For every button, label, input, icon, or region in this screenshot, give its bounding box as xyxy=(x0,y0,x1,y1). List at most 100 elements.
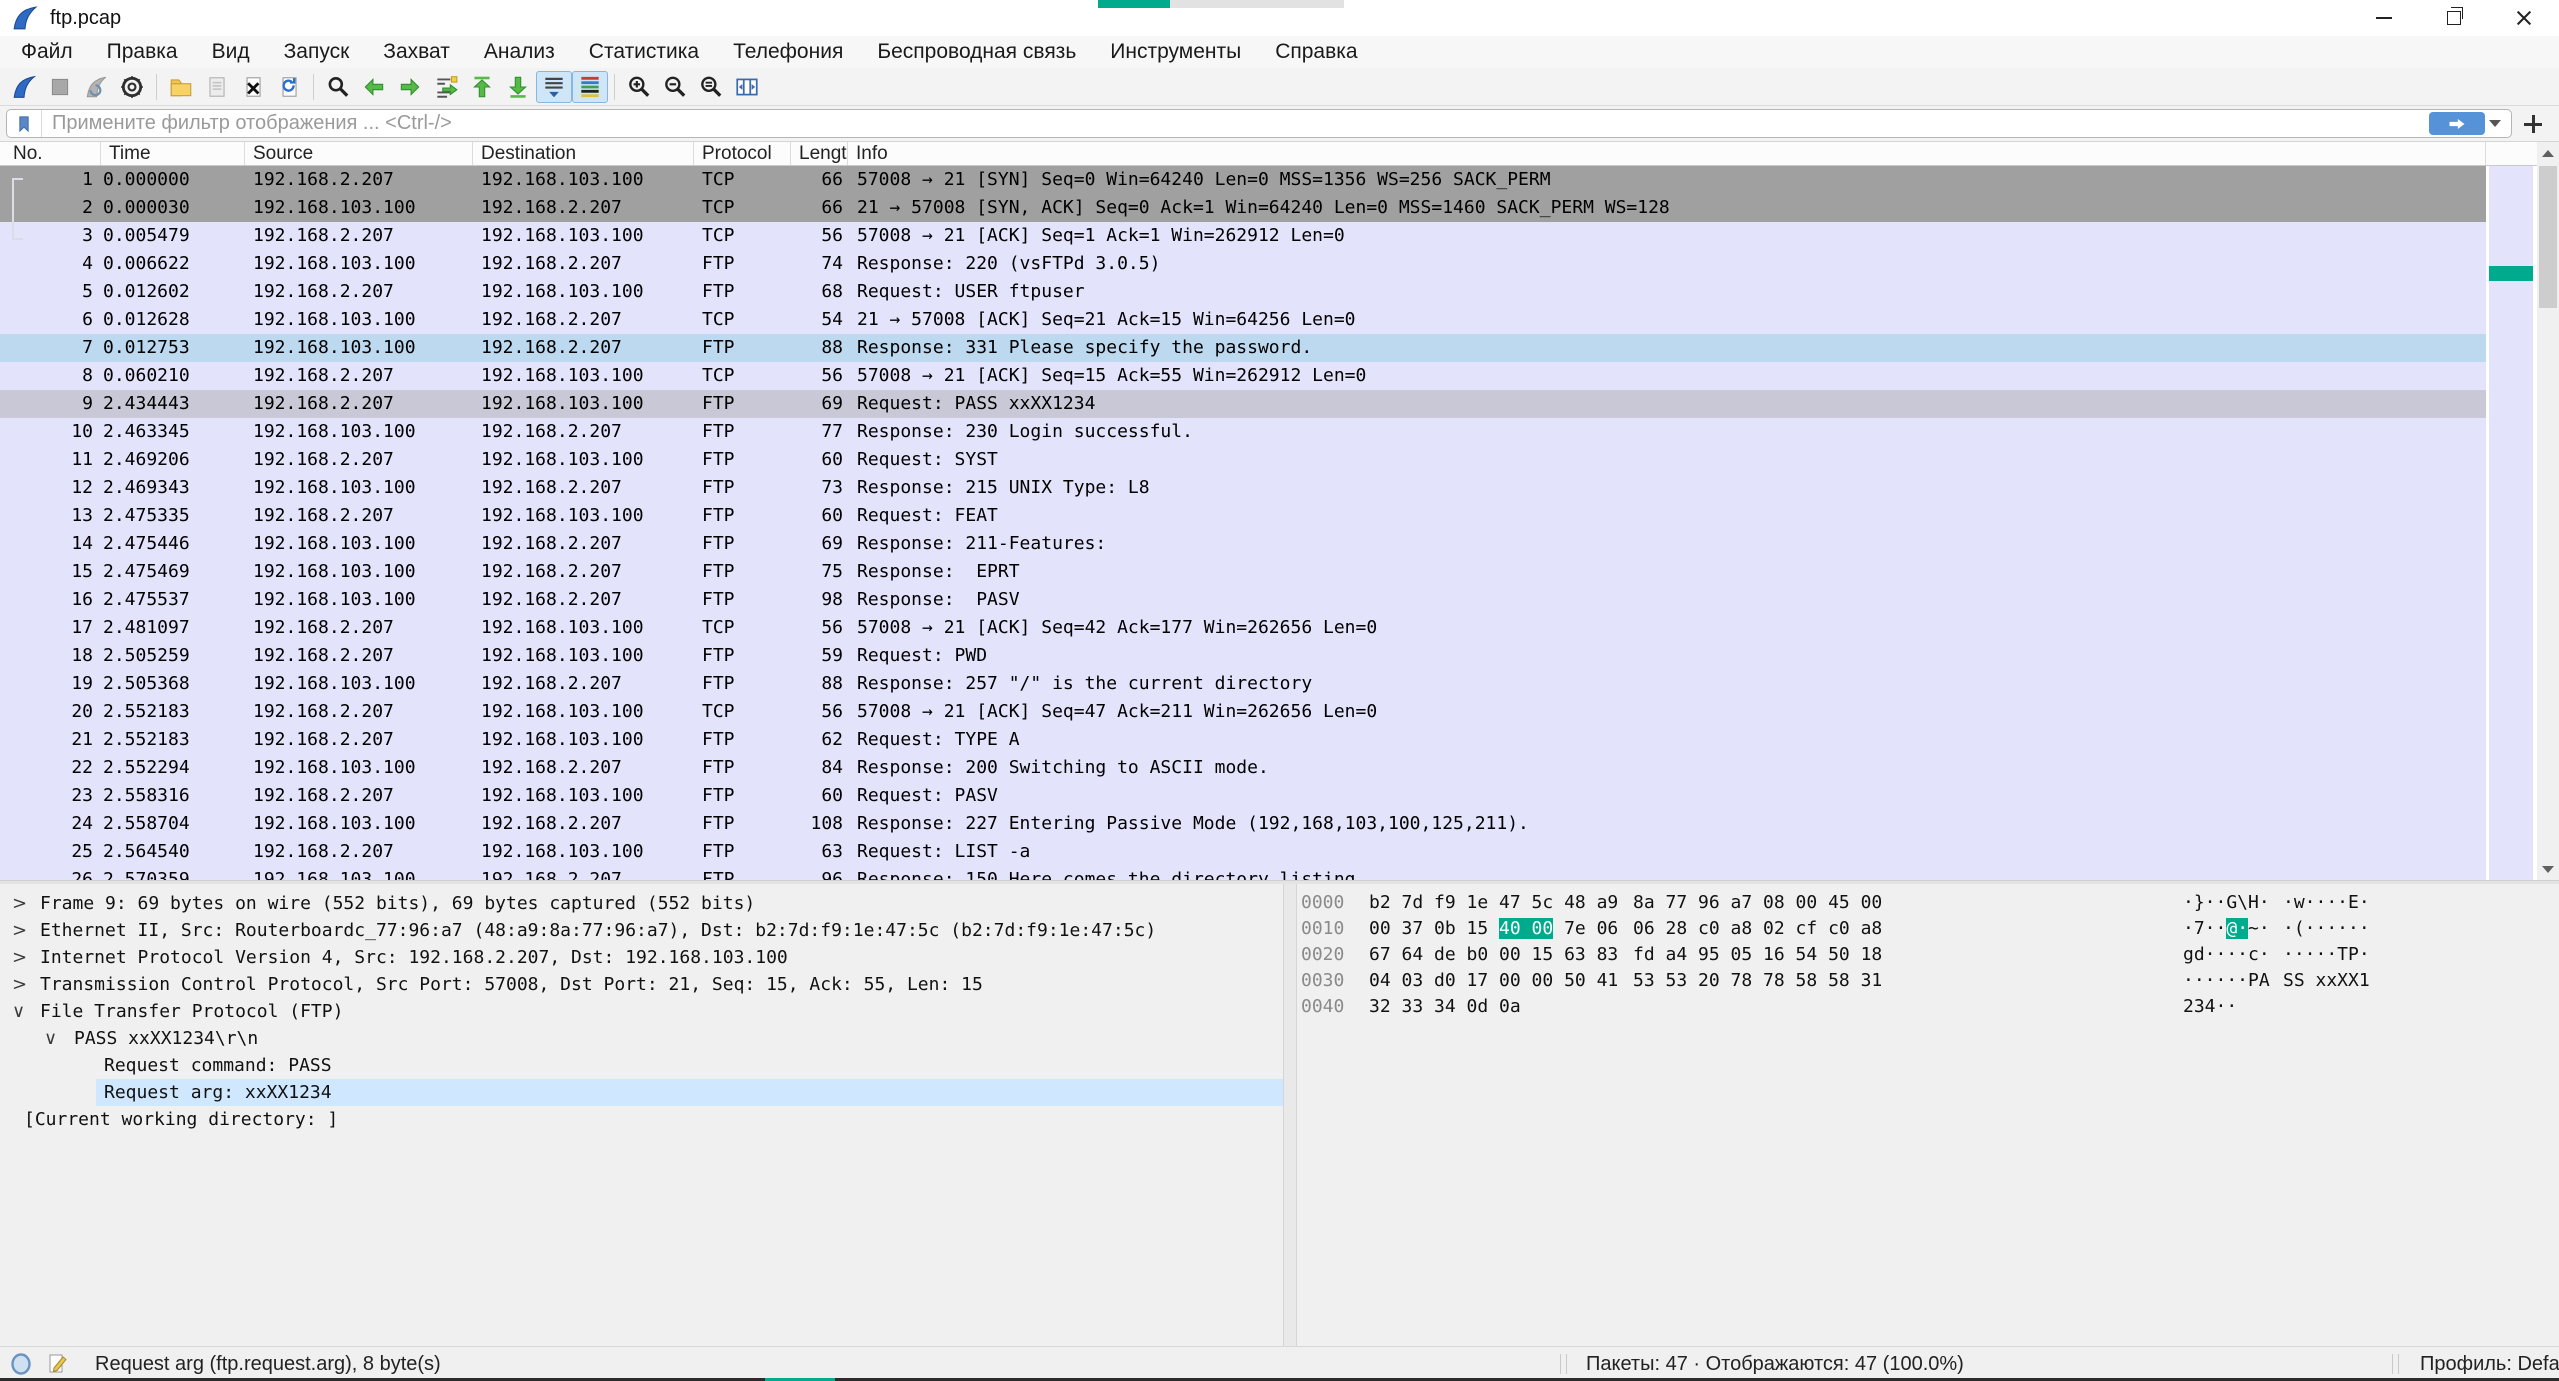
display-filter-input[interactable] xyxy=(42,112,2429,135)
expert-info-button[interactable] xyxy=(10,1352,34,1376)
add-filter-button[interactable] xyxy=(2521,112,2545,136)
zoom-out-button[interactable] xyxy=(657,71,693,103)
apply-filter-button[interactable] xyxy=(2429,112,2485,135)
menu-go[interactable]: Запуск xyxy=(267,36,367,68)
reload-file-button[interactable] xyxy=(271,71,307,103)
packet-row[interactable]: 232.558316192.168.2.207192.168.103.100FT… xyxy=(0,782,2486,810)
hex-row[interactable]: 002067 64 de b0 00 15 63 83fd a4 95 05 1… xyxy=(1297,942,2559,968)
last-packet-button[interactable] xyxy=(500,71,536,103)
packet-row[interactable]: 122.469343192.168.103.100192.168.2.207FT… xyxy=(0,474,2486,502)
packet-row[interactable]: 212.552183192.168.2.207192.168.103.100FT… xyxy=(0,726,2486,754)
stop-capture-button[interactable] xyxy=(42,71,78,103)
save-file-button[interactable] xyxy=(199,71,235,103)
menu-wireless[interactable]: Беспроводная связь xyxy=(860,36,1093,68)
detail-row[interactable]: ∨PASS xxXX1234\r\n xyxy=(0,1025,1283,1052)
packet-row[interactable]: 202.552183192.168.2.207192.168.103.100TC… xyxy=(0,698,2486,726)
column-header-info[interactable]: Info xyxy=(848,142,2486,165)
packet-row[interactable]: 102.463345192.168.103.100192.168.2.207FT… xyxy=(0,418,2486,446)
resize-columns-button[interactable] xyxy=(729,71,765,103)
packet-row[interactable]: 182.505259192.168.2.207192.168.103.100FT… xyxy=(0,642,2486,670)
packet-row[interactable]: 252.564540192.168.2.207192.168.103.100FT… xyxy=(0,838,2486,866)
packet-row[interactable]: 40.006622192.168.103.100192.168.2.207FTP… xyxy=(0,250,2486,278)
hex-row[interactable]: 003004 03 d0 17 00 00 50 4153 53 20 78 7… xyxy=(1297,968,2559,994)
detail-row[interactable]: >Transmission Control Protocol, Src Port… xyxy=(0,971,1283,998)
tree-expanded-arrow-icon[interactable]: ∨ xyxy=(12,998,25,1025)
packet-row[interactable]: 222.552294192.168.103.100192.168.2.207FT… xyxy=(0,754,2486,782)
close-file-button[interactable] xyxy=(235,71,271,103)
packet-row[interactable]: 152.475469192.168.103.100192.168.2.207FT… xyxy=(0,558,2486,586)
hex-row[interactable]: 001000 37 0b 15 40 00 7e 0606 28 c0 a8 0… xyxy=(1297,916,2559,942)
packet-list-scrollbar[interactable] xyxy=(2537,142,2559,880)
detail-row[interactable]: ∨File Transfer Protocol (FTP) xyxy=(0,998,1283,1025)
packet-row[interactable]: 70.012753192.168.103.100192.168.2.207FTP… xyxy=(0,334,2486,362)
column-header-length[interactable]: Length xyxy=(791,142,848,165)
menu-edit[interactable]: Правка xyxy=(90,36,195,68)
detail-row[interactable]: [Current working directory: ] xyxy=(0,1106,1283,1133)
scroll-up-button[interactable] xyxy=(2537,142,2559,164)
open-file-button[interactable] xyxy=(163,71,199,103)
menu-capture[interactable]: Захват xyxy=(366,36,467,68)
detail-hex-divider[interactable] xyxy=(1283,884,1297,1346)
restart-capture-button[interactable] xyxy=(78,71,114,103)
column-header-source[interactable]: Source xyxy=(245,142,473,165)
menu-view[interactable]: Вид xyxy=(195,36,267,68)
tree-collapsed-arrow-icon[interactable]: > xyxy=(12,890,27,917)
column-header-destination[interactable]: Destination xyxy=(473,142,694,165)
packet-row[interactable]: 20.000030192.168.103.100192.168.2.207TCP… xyxy=(0,194,2486,222)
column-header-no[interactable]: No. xyxy=(0,142,101,165)
packet-row[interactable]: 242.558704192.168.103.100192.168.2.207FT… xyxy=(0,810,2486,838)
next-packet-button[interactable] xyxy=(392,71,428,103)
go-to-packet-button[interactable] xyxy=(428,71,464,103)
packet-row[interactable]: 30.005479192.168.2.207192.168.103.100TCP… xyxy=(0,222,2486,250)
packet-row[interactable]: 192.505368192.168.103.100192.168.2.207FT… xyxy=(0,670,2486,698)
scrollbar-thumb[interactable] xyxy=(2539,166,2557,308)
previous-packet-button[interactable] xyxy=(356,71,392,103)
zoom-in-button[interactable] xyxy=(621,71,657,103)
zoom-reset-button[interactable] xyxy=(693,71,729,103)
detail-row[interactable]: Request command: PASS xyxy=(0,1052,1283,1079)
maximize-button[interactable] xyxy=(2419,0,2489,36)
packet-row[interactable]: 50.012602192.168.2.207192.168.103.100FTP… xyxy=(0,278,2486,306)
hex-row[interactable]: 0000b2 7d f9 1e 47 5c 48 a98a 77 96 a7 0… xyxy=(1297,890,2559,916)
packet-row[interactable]: 132.475335192.168.2.207192.168.103.100FT… xyxy=(0,502,2486,530)
filter-dropdown-caret[interactable] xyxy=(2489,120,2501,127)
scroll-down-button[interactable] xyxy=(2537,858,2559,880)
colorize-toggle-button[interactable] xyxy=(572,71,608,103)
packet-row[interactable]: 10.000000192.168.2.207192.168.103.100TCP… xyxy=(0,166,2486,194)
menu-statistics[interactable]: Статистика xyxy=(572,36,716,68)
display-filter-field[interactable] xyxy=(6,109,2512,138)
start-capture-button[interactable] xyxy=(6,71,42,103)
tree-expanded-arrow-icon[interactable]: ∨ xyxy=(44,1025,57,1052)
packet-row[interactable]: 80.060210192.168.2.207192.168.103.100TCP… xyxy=(0,362,2486,390)
column-header-protocol[interactable]: Protocol xyxy=(694,142,791,165)
tree-collapsed-arrow-icon[interactable]: > xyxy=(12,917,27,944)
packet-row[interactable]: 262.570359192.168.103.100192.168.2.207FT… xyxy=(0,866,2486,880)
hex-row[interactable]: 004032 33 34 0d 0a234·· xyxy=(1297,994,2559,1020)
packet-row[interactable]: 60.012628192.168.103.100192.168.2.207TCP… xyxy=(0,306,2486,334)
filter-bookmark-button[interactable] xyxy=(7,110,42,137)
capture-options-button[interactable] xyxy=(114,71,150,103)
detail-row[interactable]: Request arg: xxXX1234 xyxy=(0,1079,1283,1106)
menu-telephony[interactable]: Телефония xyxy=(716,36,860,68)
find-packet-button[interactable] xyxy=(320,71,356,103)
auto-scroll-toggle-button[interactable] xyxy=(536,71,572,103)
first-packet-button[interactable] xyxy=(464,71,500,103)
menu-help[interactable]: Справка xyxy=(1258,36,1374,68)
menu-analyze[interactable]: Анализ xyxy=(467,36,572,68)
packet-row[interactable]: 142.475446192.168.103.100192.168.2.207FT… xyxy=(0,530,2486,558)
packet-row[interactable]: 162.475537192.168.103.100192.168.2.207FT… xyxy=(0,586,2486,614)
tree-collapsed-arrow-icon[interactable]: > xyxy=(12,971,27,998)
packet-row[interactable]: 172.481097192.168.2.207192.168.103.100TC… xyxy=(0,614,2486,642)
packet-row[interactable]: 92.434443192.168.2.207192.168.103.100FTP… xyxy=(0,390,2486,418)
detail-row[interactable]: >Internet Protocol Version 4, Src: 192.1… xyxy=(0,944,1283,971)
detail-row[interactable]: >Frame 9: 69 bytes on wire (552 bits), 6… xyxy=(0,890,1283,917)
minimize-button[interactable] xyxy=(2349,0,2419,36)
tree-collapsed-arrow-icon[interactable]: > xyxy=(12,944,27,971)
close-button[interactable] xyxy=(2489,0,2559,36)
menu-tools[interactable]: Инструменты xyxy=(1093,36,1258,68)
packet-list-minimap[interactable] xyxy=(2489,166,2533,880)
menu-file[interactable]: Файл xyxy=(4,36,90,68)
column-header-time[interactable]: Time xyxy=(101,142,245,165)
profile-button[interactable]: Профиль: Default xyxy=(2420,1347,2559,1381)
detail-row[interactable]: >Ethernet II, Src: Routerboardc_77:96:a7… xyxy=(0,917,1283,944)
